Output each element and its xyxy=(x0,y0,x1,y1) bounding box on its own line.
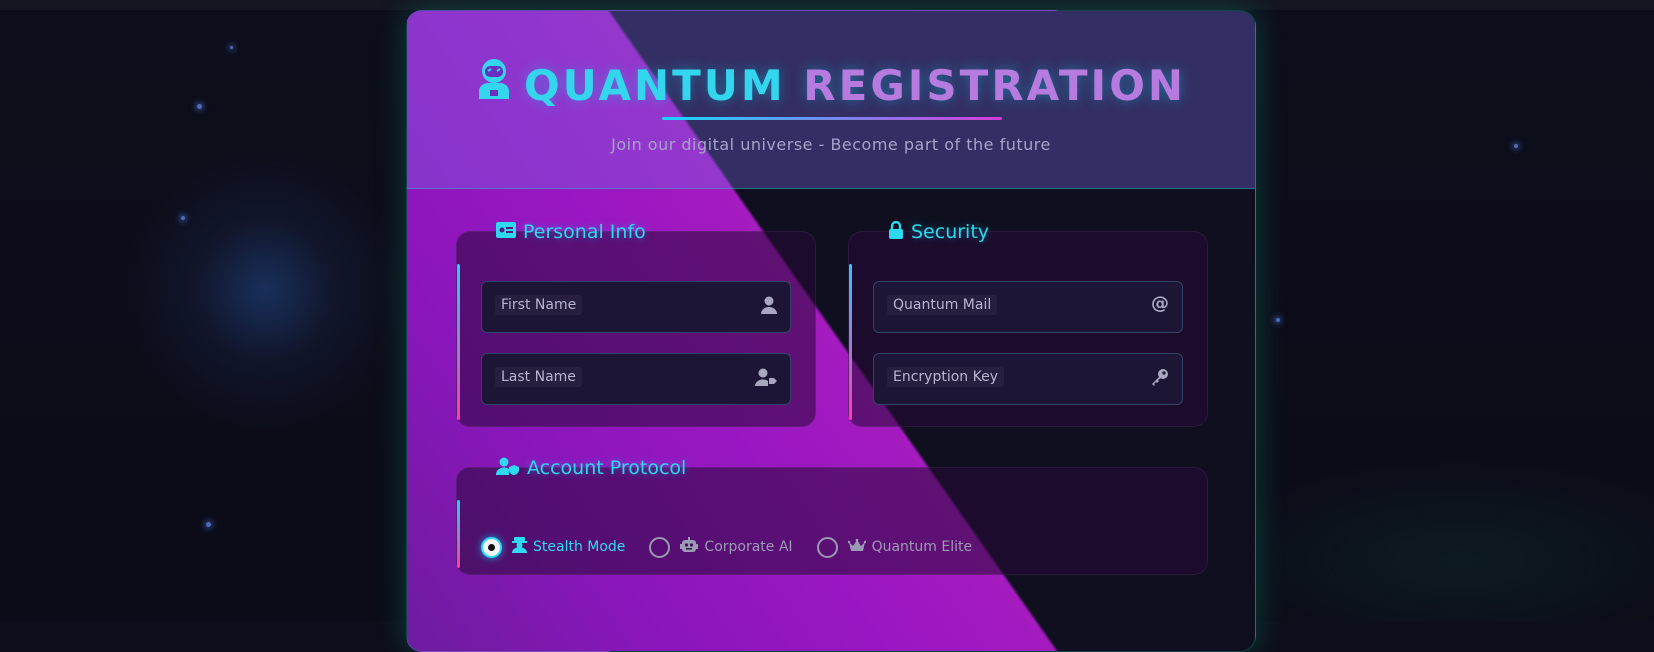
page-title: QUANTUM REGISTRATION xyxy=(407,57,1255,115)
user-shield-icon xyxy=(495,457,520,480)
star-decoration xyxy=(197,104,202,109)
last-name-field[interactable]: Last Name xyxy=(481,353,791,405)
top-strip xyxy=(0,0,1654,10)
password-placeholder: Encryption Key xyxy=(887,367,1004,387)
star-decoration xyxy=(1514,144,1518,148)
crown-icon xyxy=(847,538,866,557)
personal-info-legend: Personal Info xyxy=(496,221,646,243)
radio-stealth-mode[interactable]: Stealth Mode xyxy=(481,536,625,558)
section-accent-bar xyxy=(849,264,852,420)
section-accent-bar xyxy=(457,500,460,568)
robot-icon xyxy=(680,537,699,557)
star-decoration xyxy=(1276,318,1280,322)
security-section: Quantum Mail @ Encryption Key xyxy=(848,231,1208,427)
astronaut-icon xyxy=(476,56,512,114)
account-protocol-legend: Account Protocol xyxy=(495,457,686,480)
radio-corporate-ai[interactable]: Corporate AI xyxy=(649,536,793,558)
star-decoration xyxy=(181,216,185,220)
user-icon xyxy=(761,296,777,318)
key-icon xyxy=(1151,368,1169,390)
account-protocol-section: Stealth Mode Corporate AI Quantum Elite xyxy=(456,467,1208,575)
user-tag-icon xyxy=(755,368,777,390)
password-field[interactable]: Encryption Key xyxy=(873,353,1183,405)
at-icon: @ xyxy=(1151,293,1169,314)
user-secret-icon xyxy=(512,537,527,557)
radio-button[interactable] xyxy=(649,536,671,558)
security-legend: Security xyxy=(888,220,989,244)
email-placeholder: Quantum Mail xyxy=(887,295,998,315)
registration-card: QUANTUM REGISTRATION Join our digital un… xyxy=(406,10,1256,652)
first-name-placeholder: First Name xyxy=(495,295,583,315)
radio-button[interactable] xyxy=(816,536,838,558)
last-name-placeholder: Last Name xyxy=(495,367,582,387)
card-header: QUANTUM REGISTRATION Join our digital un… xyxy=(407,11,1255,189)
email-field[interactable]: Quantum Mail @ xyxy=(873,281,1183,333)
personal-info-section: First Name Last Name xyxy=(456,231,816,427)
account-type-radio-group: Stealth Mode Corporate AI Quantum Elite xyxy=(481,534,996,560)
lock-icon xyxy=(888,220,904,244)
radio-quantum-elite[interactable]: Quantum Elite xyxy=(816,536,972,558)
star-decoration xyxy=(206,522,211,527)
section-accent-bar xyxy=(457,264,460,420)
first-name-field[interactable]: First Name xyxy=(481,281,791,333)
id-card-icon xyxy=(496,221,516,243)
radio-button-selected[interactable] xyxy=(481,536,502,558)
star-decoration xyxy=(230,46,233,49)
page-subtitle: Join our digital universe - Become part … xyxy=(611,135,1051,154)
title-underline xyxy=(662,117,1002,120)
